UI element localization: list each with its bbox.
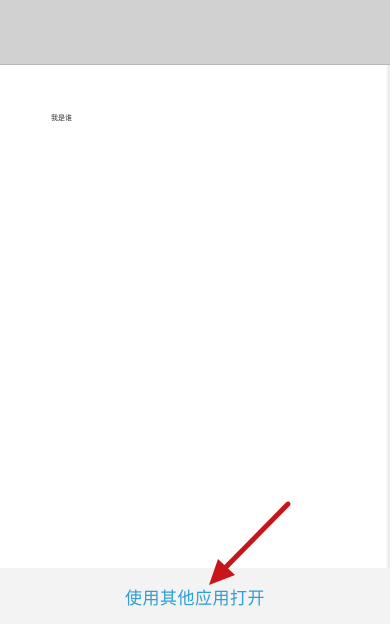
document-text: 我是谁 [51,114,72,122]
bottom-bar: 使用其他应用打开 [0,568,390,624]
top-bar [0,0,390,65]
document-page [0,65,387,568]
open-with-other-app-button[interactable]: 使用其他应用打开 [0,568,390,624]
